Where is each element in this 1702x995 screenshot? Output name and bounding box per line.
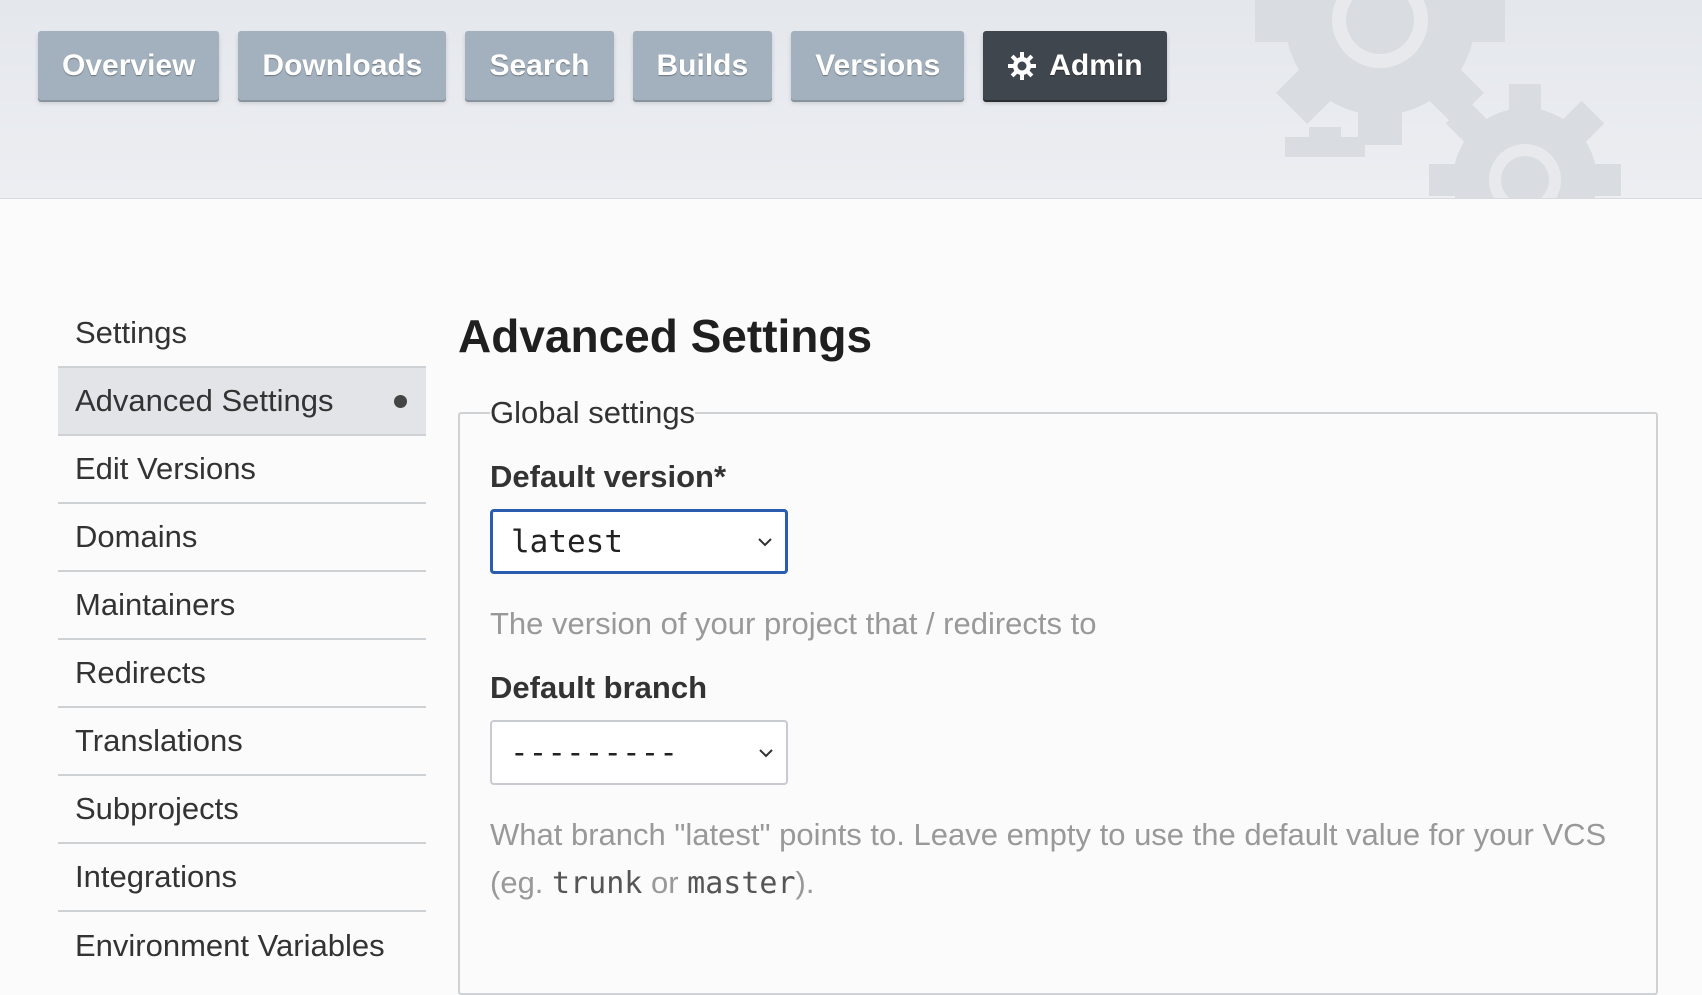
nav-downloads-button[interactable]: Downloads bbox=[238, 31, 447, 100]
header-banner: Overview Downloads Search Builds Version… bbox=[0, 0, 1702, 199]
default-version-label: Default version* bbox=[490, 459, 727, 494]
help-code-master: master bbox=[687, 866, 796, 901]
page-title: Advanced Settings bbox=[458, 310, 873, 362]
chevron-down-icon bbox=[759, 748, 773, 757]
nav-admin-button[interactable]: Admin bbox=[983, 31, 1167, 100]
sidebar-item-label: Redirects bbox=[75, 655, 206, 690]
sidebar-item-label: Maintainers bbox=[75, 587, 236, 622]
gear-icon bbox=[1008, 51, 1037, 80]
chevron-down-icon bbox=[758, 537, 772, 546]
default-branch-help: What branch "latest" points to. Leave em… bbox=[490, 811, 1610, 908]
sidebar-item-environment-variables[interactable]: Environment Variables bbox=[58, 912, 426, 980]
default-version-help: The version of your project that / redir… bbox=[490, 606, 1097, 641]
sidebar-item-label: Domains bbox=[75, 519, 198, 554]
nav-overview-button[interactable]: Overview bbox=[38, 31, 220, 100]
sidebar-item-label: Integrations bbox=[75, 859, 237, 894]
sidebar-item-label: Subprojects bbox=[75, 791, 239, 826]
help-text: or bbox=[642, 865, 688, 900]
default-version-select[interactable]: latest bbox=[490, 509, 788, 574]
default-branch-label: Default branch bbox=[490, 670, 708, 705]
top-nav: Overview Downloads Search Builds Version… bbox=[38, 31, 1167, 100]
sidebar-item-settings[interactable]: Settings bbox=[58, 300, 426, 368]
default-version-value: latest bbox=[511, 523, 623, 560]
sidebar-item-label: Settings bbox=[75, 315, 188, 350]
sidebar-item-label: Translations bbox=[75, 723, 243, 758]
nav-builds-button[interactable]: Builds bbox=[632, 31, 773, 100]
main-content: Advanced Settings Global settings Defaul… bbox=[458, 300, 1658, 995]
help-text: ). bbox=[795, 865, 815, 900]
gears-decoration-icon bbox=[1255, 0, 1621, 198]
global-settings-fieldset: Global settings Default version* latest … bbox=[458, 395, 1658, 995]
sidebar-item-integrations[interactable]: Integrations bbox=[58, 844, 426, 912]
sidebar-item-label: Edit Versions bbox=[75, 451, 256, 486]
fieldset-legend: Global settings bbox=[490, 395, 696, 430]
sidebar-item-edit-versions[interactable]: Edit Versions bbox=[58, 436, 426, 504]
sidebar-item-label: Advanced Settings bbox=[75, 383, 334, 418]
settings-sidebar: Settings Advanced Settings Edit Versions… bbox=[58, 300, 426, 980]
nav-search-button[interactable]: Search bbox=[465, 31, 614, 100]
default-branch-value: --------- bbox=[510, 734, 678, 771]
sidebar-item-redirects[interactable]: Redirects bbox=[58, 640, 426, 708]
default-branch-select[interactable]: --------- bbox=[490, 720, 788, 785]
sidebar-item-maintainers[interactable]: Maintainers bbox=[58, 572, 426, 640]
nav-admin-label: Admin bbox=[1049, 48, 1143, 82]
sidebar-item-advanced-settings[interactable]: Advanced Settings bbox=[58, 368, 426, 436]
help-code-trunk: trunk bbox=[552, 866, 643, 901]
sidebar-item-subprojects[interactable]: Subprojects bbox=[58, 776, 426, 844]
nav-versions-button[interactable]: Versions bbox=[791, 31, 965, 100]
sidebar-item-domains[interactable]: Domains bbox=[58, 504, 426, 572]
active-indicator-dot bbox=[394, 394, 407, 408]
sidebar-item-label: Environment Variables bbox=[75, 928, 385, 963]
sidebar-item-translations[interactable]: Translations bbox=[58, 708, 426, 776]
